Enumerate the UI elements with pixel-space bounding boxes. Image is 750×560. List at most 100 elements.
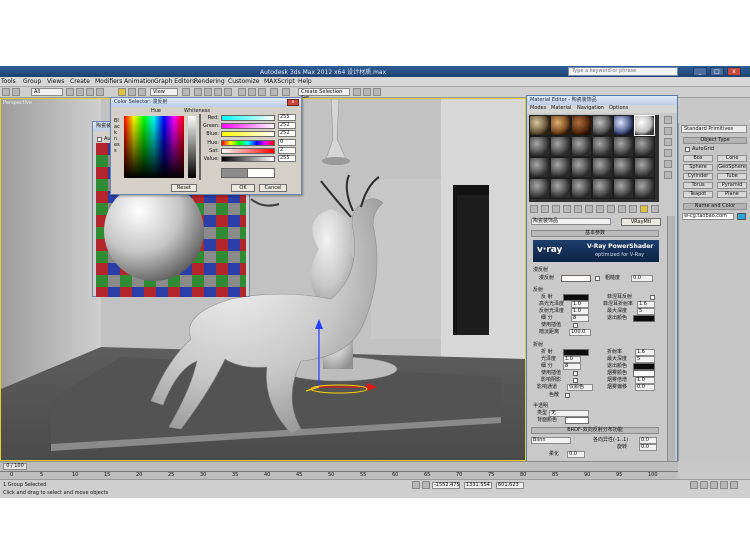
sat-slider[interactable] [221, 148, 275, 154]
basic-params-rollout[interactable]: 基本参数 [531, 230, 659, 237]
move-icon[interactable] [118, 88, 126, 96]
sample-slot-active[interactable] [634, 115, 655, 136]
brdf-rollout[interactable]: BRDF-双向反射分布功能 [531, 427, 659, 434]
pick-material-icon[interactable] [651, 205, 659, 213]
edit-named-sel-icon[interactable] [238, 88, 246, 96]
sample-slot[interactable] [529, 178, 550, 199]
selection-filter-dropdown[interactable]: All [31, 88, 63, 96]
z-coord-field[interactable]: 601.623 [496, 482, 524, 489]
schematic-icon[interactable] [353, 88, 361, 96]
sample-slot[interactable] [571, 115, 592, 136]
subdivs-field[interactable]: 8 [571, 315, 589, 322]
geosphere-button[interactable]: GeoSphere [717, 164, 747, 171]
put-to-scene-icon[interactable] [541, 205, 549, 213]
refl-gloss-field[interactable]: 1.0 [571, 308, 589, 315]
window-crossing-icon[interactable] [96, 88, 104, 96]
exit-color-swatch[interactable] [633, 315, 655, 322]
soften-field[interactable]: 0.0 [567, 451, 585, 458]
menu-graph-editors[interactable]: Graph Editors [154, 78, 195, 85]
sample-slot[interactable] [529, 136, 550, 157]
menu-rendering[interactable]: Rendering [194, 78, 225, 85]
hue-saturation-field[interactable] [124, 116, 184, 178]
sample-slot[interactable] [592, 115, 613, 136]
maximize-button[interactable]: □ [710, 67, 724, 76]
torus-button[interactable]: Torus [683, 182, 713, 189]
pivot-icon[interactable] [182, 88, 190, 96]
select-object-icon[interactable] [66, 88, 74, 96]
y-coord-field[interactable]: 1331.554 [464, 482, 492, 489]
mirror-icon[interactable] [248, 88, 256, 96]
pan-icon[interactable] [710, 481, 718, 489]
make-preview-icon[interactable] [664, 171, 672, 179]
use-interp-checkbox[interactable] [573, 323, 578, 328]
tube-button[interactable]: Tube [717, 173, 747, 180]
sample-slot[interactable] [592, 178, 613, 199]
autogrid-checkbox[interactable] [685, 147, 690, 152]
sample-slot[interactable] [571, 136, 592, 157]
sample-slot[interactable] [613, 136, 634, 157]
sample-slot[interactable] [634, 178, 655, 199]
scale-icon[interactable] [138, 88, 146, 96]
go-forward-icon[interactable] [640, 205, 648, 213]
value-slider[interactable] [221, 156, 275, 162]
sample-slots-grid[interactable] [529, 115, 659, 202]
close-button[interactable]: x [727, 67, 741, 76]
menu-tools[interactable]: Tools [1, 78, 16, 85]
primitive-category-dropdown[interactable]: Standard Primitives [681, 125, 747, 133]
menu-help[interactable]: Help [298, 78, 312, 85]
menu-customize[interactable]: Customize [228, 78, 260, 85]
fog-bias-field[interactable]: 0.0 [635, 384, 655, 391]
go-to-parent-icon[interactable] [629, 205, 637, 213]
reflect-color-swatch[interactable] [563, 294, 589, 301]
red-field[interactable]: 255 [278, 114, 296, 121]
sphere-button[interactable]: Sphere [683, 164, 713, 171]
sample-slot[interactable] [613, 115, 634, 136]
sample-type-icon[interactable] [664, 116, 672, 124]
cone-button[interactable]: Cone [717, 155, 747, 162]
snap-icon[interactable] [194, 88, 202, 96]
affect-channels-dropdown[interactable]: 仅颜色 [567, 384, 593, 391]
rect-region-icon[interactable] [86, 88, 94, 96]
show-end-result-icon[interactable] [618, 205, 626, 213]
refract-max-depth-field[interactable]: 5 [635, 356, 655, 363]
menu-animation[interactable]: Animation [124, 78, 155, 85]
time-slider[interactable]: 0 / 100 [3, 463, 27, 470]
menu-maxscript[interactable]: MAXScript [264, 78, 295, 85]
sample-slot[interactable] [550, 136, 571, 157]
select-by-name-icon[interactable] [76, 88, 84, 96]
sample-slot[interactable] [634, 136, 655, 157]
value-field[interactable]: 255 [278, 155, 296, 162]
rotate-icon[interactable] [128, 88, 136, 96]
cancel-button[interactable]: Cancel [259, 184, 287, 192]
refract-subdivs-field[interactable]: 8 [563, 363, 581, 370]
uv-tiling-icon[interactable] [664, 149, 672, 157]
backlight-icon[interactable] [664, 127, 672, 135]
sample-slot[interactable] [592, 136, 613, 157]
auto-checkbox[interactable] [97, 137, 102, 142]
sample-slot[interactable] [550, 157, 571, 178]
whiteness-slider[interactable] [188, 116, 196, 178]
gloss-field[interactable]: 1.0 [563, 356, 581, 363]
fog-mult-field[interactable]: 1.0 [635, 377, 655, 384]
lock-selection-icon[interactable] [412, 481, 420, 489]
x-coord-field[interactable]: -1552.475 [432, 482, 460, 489]
menu-views[interactable]: Views [47, 78, 64, 85]
blue-slider[interactable] [221, 131, 275, 137]
hilight-gloss-field[interactable]: 1.0 [571, 301, 589, 308]
spinner-snap-icon[interactable] [224, 88, 232, 96]
zoom-all-icon[interactable] [700, 481, 708, 489]
sample-slot[interactable] [550, 178, 571, 199]
sample-slot[interactable] [529, 115, 550, 136]
plane-button[interactable]: Plane [717, 191, 747, 198]
background-icon[interactable] [664, 138, 672, 146]
angle-snap-icon[interactable] [204, 88, 212, 96]
fresnel-ior-field[interactable]: 1.6 [637, 301, 655, 308]
refract-exit-swatch[interactable] [633, 363, 655, 370]
menu-group[interactable]: Group [23, 78, 41, 85]
menu-modes[interactable]: Modes [530, 105, 546, 112]
put-to-library-icon[interactable] [585, 205, 593, 213]
reset-button[interactable]: Reset [171, 184, 197, 192]
material-name-field[interactable]: 陶瓷装饰品 [531, 218, 611, 225]
rotation-field[interactable]: 0.0 [639, 444, 657, 451]
sample-slot[interactable] [592, 157, 613, 178]
